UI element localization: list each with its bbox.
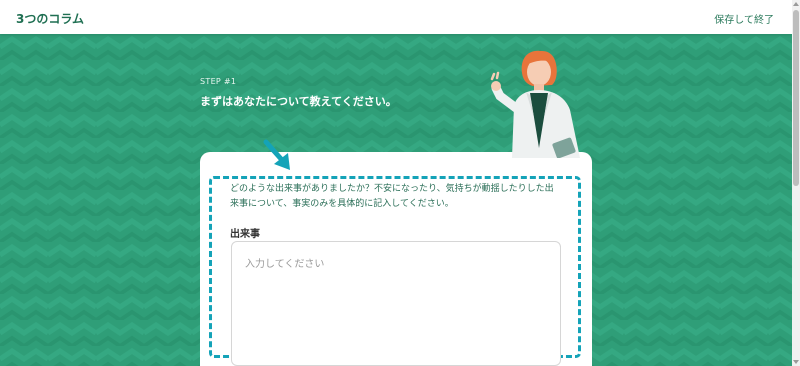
save-and-exit-button[interactable]: 保存して終了 xyxy=(714,11,774,26)
counselor-illustration xyxy=(490,50,580,158)
step-title: まずはあなたについて教えてください。 xyxy=(200,95,397,108)
scrollbar-thumb[interactable] xyxy=(793,10,799,186)
app-title: 3つのコラム xyxy=(16,12,84,26)
arrow-down-right-icon xyxy=(263,139,290,170)
event-field-box xyxy=(231,241,561,366)
event-field-label: 出来事 xyxy=(230,229,260,240)
scroll-down-arrow-icon[interactable] xyxy=(793,360,799,364)
scroll-up-arrow-icon[interactable] xyxy=(793,2,799,6)
scrollbar[interactable] xyxy=(792,0,800,366)
instruction-text: どのような出来事がありましたか？不安になったり、気持ちが動揺したりした出来事につ… xyxy=(230,184,554,209)
event-input[interactable] xyxy=(245,255,545,355)
top-bar: 3つのコラム 保存して終了 xyxy=(0,0,792,34)
step-label: STEP #1 xyxy=(200,77,237,86)
